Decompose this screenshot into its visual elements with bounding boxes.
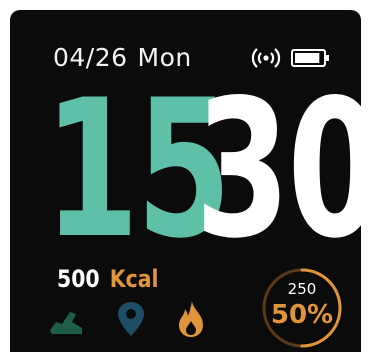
goal-summary: 250 50%: [260, 266, 344, 350]
location-pin-icon: [118, 302, 144, 336]
flame-icon: [179, 301, 203, 337]
shoe-icon: [50, 312, 82, 334]
watch-screen: 04/26Mon 15 30 500Kcal 250: [10, 10, 361, 352]
goal-target: 250: [287, 280, 317, 298]
goal-percent: 50%: [270, 300, 334, 330]
